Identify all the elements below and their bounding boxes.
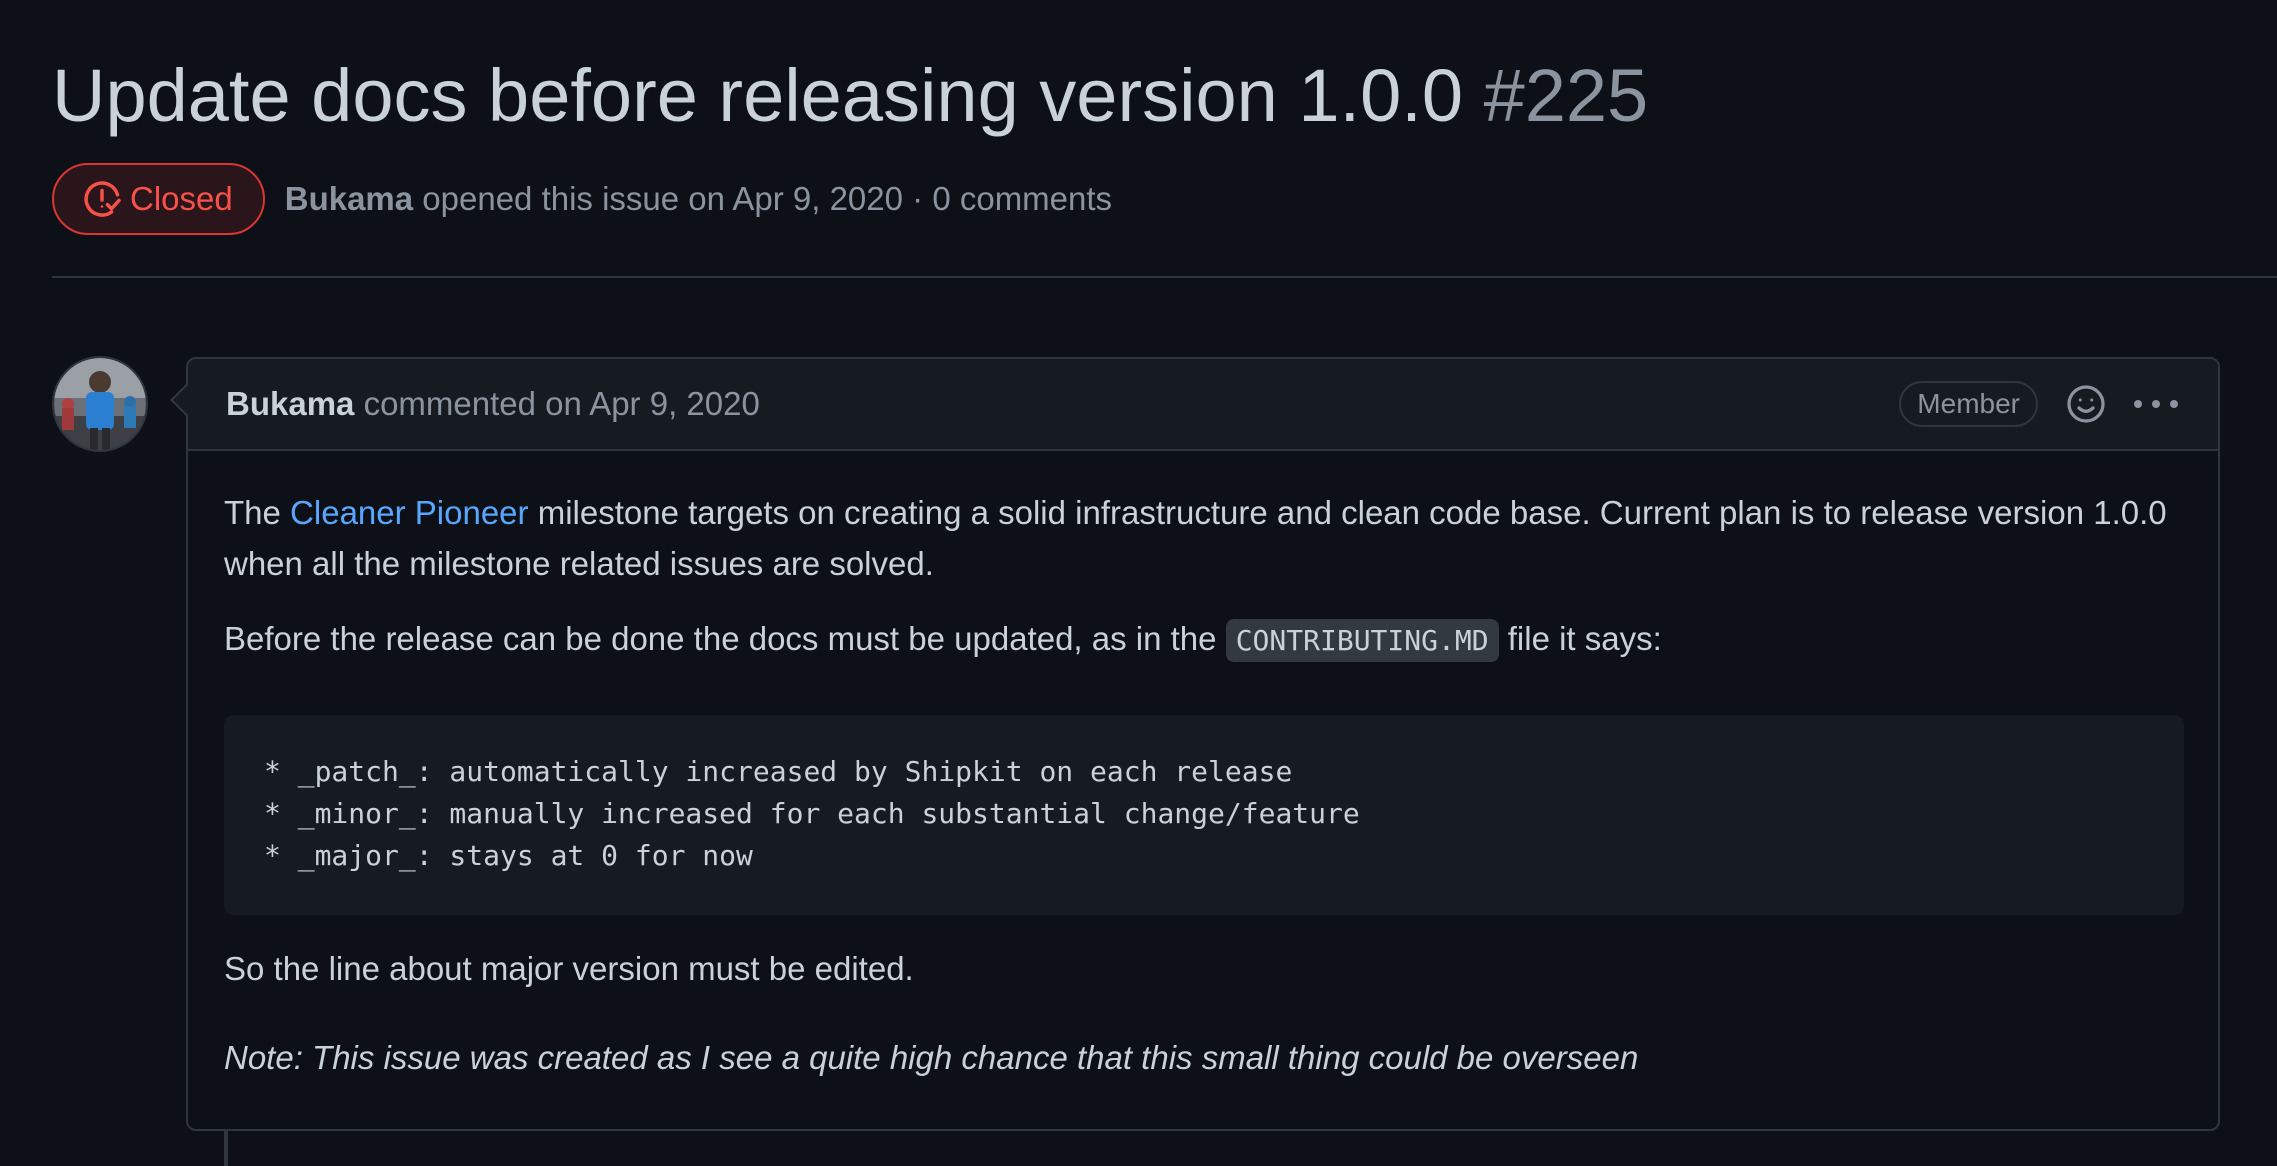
issue-author[interactable]: Bukama [285,180,413,217]
state-label: Closed [130,180,233,217]
comment-author[interactable]: Bukama [226,385,354,422]
paragraph-note: Note: This issue was created as I see a … [224,1039,1639,1076]
comment: Bukama commented on Apr 9, 2020 Member T… [170,357,2220,1131]
code-line: * _minor_: manually increased for each s… [264,797,1360,830]
header-divider [52,276,2277,278]
code-line: * _major_: stays at 0 for now [264,839,753,872]
paragraph-edit: So the line about major version must be … [224,950,914,987]
p2-text-after: file it says: [1498,620,1662,657]
issue-number: #225 [1483,54,1649,137]
state-badge-closed: Closed [52,163,265,235]
opened-info: opened this issue on Apr 9, 2020 · 0 com… [422,180,1113,217]
kebab-horizontal-icon[interactable] [2132,384,2180,424]
issue-meta-text: Bukama opened this issue on Apr 9, 2020 … [285,180,1112,218]
comment-actions: Member [1899,381,2180,427]
issue-closed-icon [82,179,122,219]
code-line: * _patch_: automatically increased by Sh… [264,755,1293,788]
inline-code-contributing: CONTRIBUTING.MD [1225,619,1499,662]
milestone-link[interactable]: Cleaner Pioneer [290,494,528,531]
code-block: * _patch_: automatically increased by Sh… [224,715,2184,915]
p2-text-before: Before the release can be done the docs … [224,620,1226,657]
author-avatar[interactable] [52,356,148,452]
paragraph-docs: Before the release can be done the docs … [224,613,1662,666]
member-label: Member [1899,381,2038,427]
issue-title-text: Update docs before releasing version 1.0… [52,54,1463,137]
issue-page: Update docs before releasing version 1.0… [0,0,2277,1166]
timeline-line [224,1128,228,1166]
comment-header: Bukama commented on Apr 9, 2020 Member [188,359,2218,451]
issue-meta: Closed Bukama opened this issue on Apr 9… [52,161,1112,237]
issue-title: Update docs before releasing version 1.0… [52,48,1648,144]
comment-date[interactable]: commented on Apr 9, 2020 [364,385,760,422]
comment-meta: Bukama commented on Apr 9, 2020 [226,385,760,423]
comment-caret [170,383,188,417]
paragraph-milestone: The Cleaner Pioneer milestone targets on… [224,487,2184,589]
p1-text-before: The [224,494,291,531]
smiley-icon[interactable] [2066,384,2106,424]
